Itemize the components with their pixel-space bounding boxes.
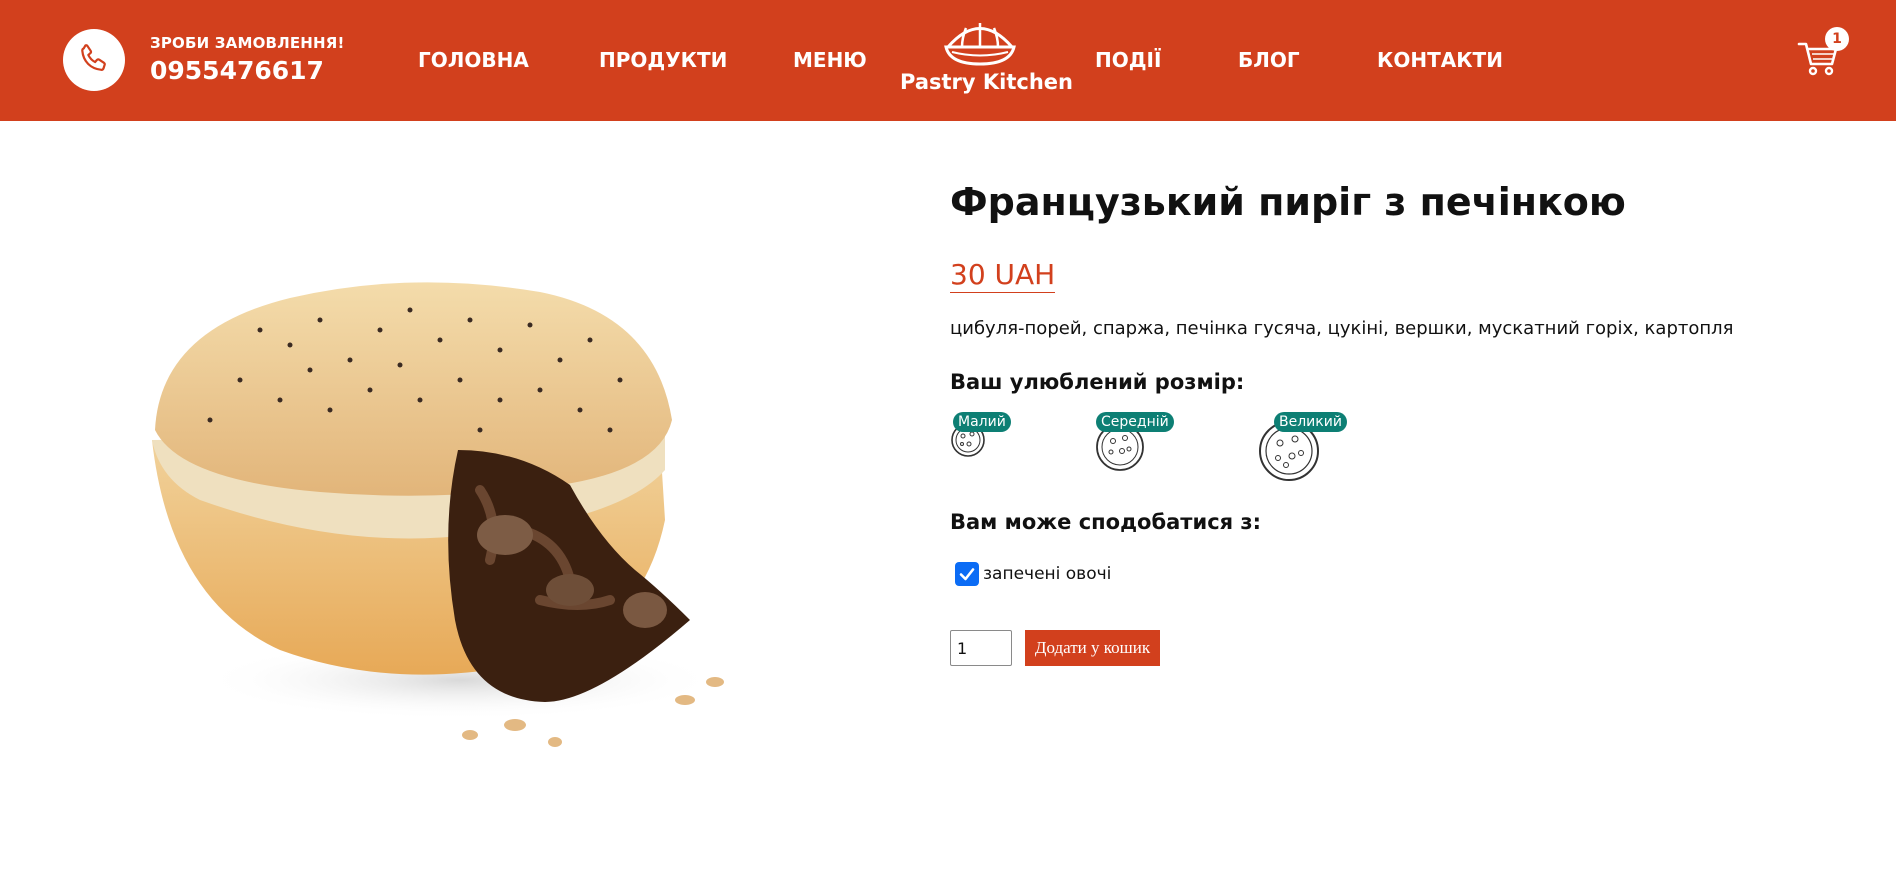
product-price: 30 UAH	[950, 258, 1056, 293]
addon-heading: Вам може сподобатися з:	[950, 510, 1262, 534]
nav-blog[interactable]: БЛОГ	[1238, 48, 1300, 72]
site-header: ЗРОБИ ЗАМОВЛЕННЯ! 0955476617 ГОЛОВНА ПРО…	[0, 0, 1896, 121]
cart-count-badge: 1	[1825, 27, 1849, 51]
pie-logo-icon	[944, 23, 1016, 66]
nav-menu[interactable]: МЕНЮ	[793, 48, 867, 72]
nav-home[interactable]: ГОЛОВНА	[418, 48, 529, 72]
logo-text: Pastry Kitchen	[900, 70, 1073, 94]
size-option-medium[interactable]: Середній	[1095, 412, 1205, 472]
addon-checkbox[interactable]	[955, 562, 979, 586]
order-call-label: ЗРОБИ ЗАМОВЛЕННЯ!	[150, 34, 345, 52]
size-heading: Ваш улюблений розмір:	[950, 370, 1245, 394]
quantity-input[interactable]	[950, 630, 1012, 666]
phone-icon[interactable]	[63, 29, 125, 91]
add-to-cart-button[interactable]: Додати у кошик	[1025, 630, 1160, 666]
product-ingredients: цибуля-порей, спаржа, печінка гусяча, цу…	[950, 318, 1734, 339]
size-label-large: Великий	[1274, 412, 1347, 432]
product-title: Французький пиріг з печінкою	[950, 180, 1626, 224]
product-image	[140, 270, 780, 760]
size-option-small[interactable]: Малий	[950, 412, 1040, 462]
nav-contacts[interactable]: КОНТАКТИ	[1377, 48, 1503, 72]
checkmark-icon	[959, 568, 975, 581]
nav-events[interactable]: ПОДІЇ	[1095, 48, 1161, 72]
size-label-medium: Середній	[1096, 412, 1174, 432]
site-logo[interactable]: Pastry Kitchen	[900, 14, 1073, 104]
size-label-small: Малий	[953, 412, 1011, 432]
addon-label[interactable]: запечені овочі	[983, 564, 1111, 584]
phone-number[interactable]: 0955476617	[150, 56, 324, 85]
nav-products[interactable]: ПРОДУКТИ	[599, 48, 727, 72]
size-option-large[interactable]: Великий	[1258, 412, 1388, 484]
